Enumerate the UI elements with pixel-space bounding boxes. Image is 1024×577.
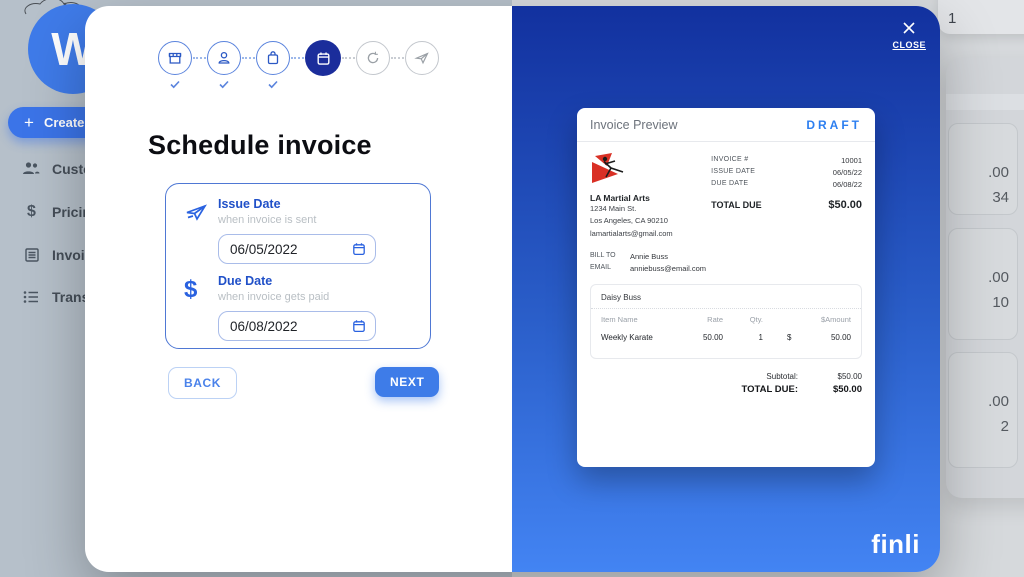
next-button[interactable]: NEXT	[375, 367, 439, 397]
invoice-number-label: INVOICE #	[711, 156, 748, 165]
calendar-icon[interactable]	[351, 318, 367, 334]
storefront-icon	[167, 50, 183, 66]
issue-date-meta-label: ISSUE DATE	[711, 168, 755, 177]
app-root: W + Create Customers $ Pricing	[0, 0, 1024, 577]
subtotal-value: $50.00	[798, 372, 862, 381]
total-due-label: TOTAL DUE	[711, 200, 762, 210]
step-send[interactable]	[405, 41, 439, 75]
pricing-dollar-icon: $	[22, 203, 41, 220]
bill-to-label: BILL TO	[590, 252, 630, 261]
stat-amount-fragment: .00	[988, 393, 1009, 410]
background-stat-card: .00 2	[948, 352, 1018, 468]
close-button[interactable]: CLOSE	[892, 20, 926, 50]
step-schedule[interactable]	[305, 40, 341, 76]
step-customer[interactable]	[207, 41, 241, 75]
transactions-icon	[22, 288, 41, 305]
stepper-connector	[193, 57, 206, 59]
business-address1: 1234 Main St.	[590, 203, 711, 215]
finli-logo: finli	[871, 529, 920, 560]
item-amount: 50.00	[831, 333, 851, 342]
table-row: Weekly Karate 50.00 1 $50.00	[591, 328, 861, 358]
due-date-meta-value: 06/08/22	[833, 180, 862, 189]
subtotal-label: Subtotal:	[708, 372, 798, 381]
stepper-connector	[391, 57, 404, 59]
items-table-header: Item Name Rate Qty. $Amount	[591, 309, 861, 328]
due-date-field: $ Due Date when invoice gets paid	[184, 274, 430, 341]
plus-icon: +	[24, 114, 34, 131]
schedule-form-card: Issue Date when invoice is sent $ Due	[165, 183, 431, 349]
calendar-icon	[315, 50, 332, 67]
customer-icon	[216, 50, 232, 66]
invoice-number-value: 10001	[841, 156, 862, 165]
send-icon	[414, 50, 430, 66]
background-stat-card: .00 34	[948, 123, 1018, 215]
background-top-fragment: 1	[948, 10, 956, 27]
item-currency: $	[787, 333, 791, 342]
col-item-name: Item Name	[601, 315, 677, 324]
email-value: anniebuss@email.com	[630, 264, 706, 273]
grand-total-label: TOTAL DUE:	[708, 384, 798, 395]
check-icon	[219, 80, 230, 89]
background-top-card: 1	[938, 0, 1024, 34]
recurring-icon	[365, 50, 381, 66]
background-panel: .00 34 .00 10 .00 2	[946, 58, 1024, 498]
issue-date-hint: when invoice is sent	[218, 214, 376, 226]
check-icon	[268, 80, 279, 89]
invoice-preview-card: Invoice Preview DRAFT LA Martial Art	[577, 108, 875, 467]
invoice-preview-title: Invoice Preview	[590, 118, 678, 132]
stat-count-fragment: 34	[992, 189, 1009, 206]
item-name: Weekly Karate	[601, 333, 677, 342]
business-address2: Los Angeles, CA 90210	[590, 215, 711, 227]
wizard-panel: Schedule invoice Issue Date when invoice…	[85, 6, 512, 572]
schedule-invoice-modal: Schedule invoice Issue Date when invoice…	[85, 6, 940, 572]
stat-count-fragment: 2	[1001, 418, 1009, 435]
check-icon	[170, 80, 181, 89]
martial-arts-logo	[590, 153, 630, 183]
invoice-items-box: Daisy Buss Item Name Rate Qty. $Amount W…	[590, 284, 862, 359]
close-x-icon	[901, 20, 917, 36]
due-date-hint: when invoice gets paid	[218, 291, 376, 303]
items-bag-icon	[265, 50, 281, 66]
col-amount: $Amount	[763, 315, 851, 324]
stepper-connector	[291, 57, 304, 59]
step-recurring[interactable]	[356, 41, 390, 75]
paper-plane-icon	[184, 197, 218, 264]
business-name: LA Martial Arts	[590, 193, 711, 203]
dollar-icon: $	[184, 278, 197, 341]
invoice-preview-panel: CLOSE Invoice Preview DRAFT	[512, 6, 940, 572]
col-qty: Qty.	[723, 315, 763, 324]
background-band	[946, 94, 1024, 110]
stat-count-fragment: 10	[992, 294, 1009, 311]
invoices-icon	[22, 246, 41, 263]
step-business[interactable]	[158, 41, 192, 75]
stepper	[85, 40, 512, 76]
background-stat-card: .00 10	[948, 228, 1018, 340]
total-due-value: $50.00	[828, 199, 862, 211]
due-date-label: Due Date	[218, 274, 376, 288]
business-email: lamartialarts@gmail.com	[590, 228, 711, 240]
col-rate: Rate	[677, 315, 723, 324]
item-rate: 50.00	[677, 333, 723, 342]
grand-total-value: $50.00	[798, 384, 862, 395]
items-group-name: Daisy Buss	[591, 285, 861, 309]
close-label: CLOSE	[892, 40, 926, 50]
step-items[interactable]	[256, 41, 290, 75]
back-button[interactable]: BACK	[168, 367, 237, 399]
email-label: EMAIL	[590, 264, 630, 273]
page-title: Schedule invoice	[148, 130, 372, 161]
stepper-connector	[342, 57, 355, 59]
stat-amount-fragment: .00	[988, 164, 1009, 181]
issue-date-field: Issue Date when invoice is sent	[184, 197, 430, 264]
draft-badge: DRAFT	[806, 118, 862, 132]
due-date-meta-label: DUE DATE	[711, 180, 748, 189]
stat-amount-fragment: .00	[988, 269, 1009, 286]
stepper-connector	[242, 57, 255, 59]
calendar-icon[interactable]	[351, 241, 367, 257]
bill-to-value: Annie Buss	[630, 252, 668, 261]
create-button-label: Create	[44, 115, 84, 130]
issue-date-label: Issue Date	[218, 197, 376, 211]
customers-icon	[22, 160, 41, 177]
item-qty: 1	[723, 333, 763, 342]
issue-date-meta-value: 06/05/22	[833, 168, 862, 177]
